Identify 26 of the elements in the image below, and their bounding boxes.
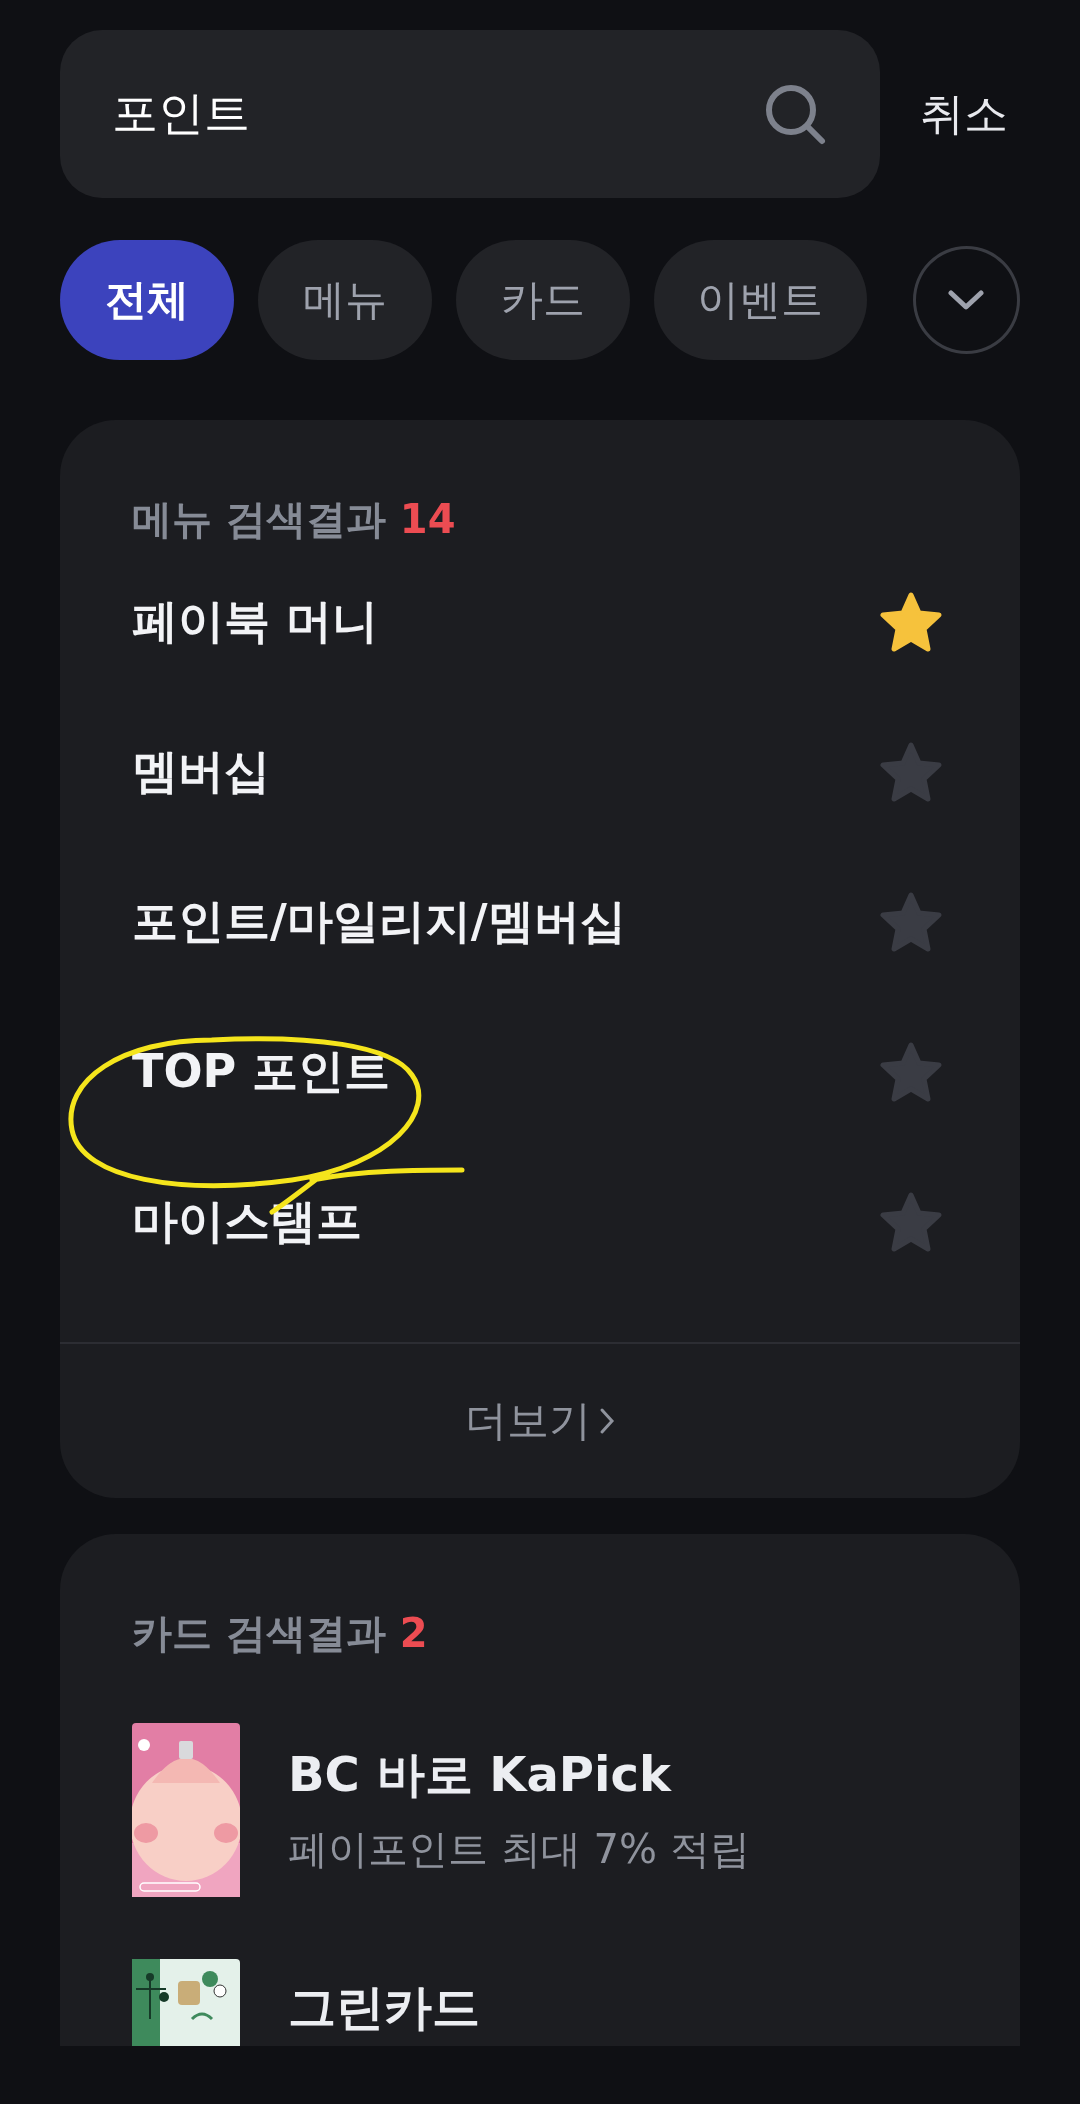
menu-result-link[interactable]: 페이북 머니 — [132, 591, 378, 653]
card-description: 페이포인트 최대 7% 적립 — [288, 1824, 750, 1874]
search-field[interactable]: 포인트 — [60, 30, 880, 198]
star-icon[interactable] — [880, 892, 942, 952]
cancel-button[interactable]: 취소 — [920, 84, 1008, 144]
expand-button[interactable] — [912, 246, 1020, 354]
menu-result-link[interactable]: TOP 포인트 — [132, 1041, 391, 1103]
filter-tab[interactable]: 메뉴 — [258, 240, 432, 360]
menu-result-link[interactable]: 멤버십 — [132, 741, 270, 803]
card-name: 그린카드 — [288, 1978, 480, 2037]
section-heading: 메뉴 검색결과 14 — [132, 495, 457, 544]
menu-result-link[interactable]: 포인트/마일리지/멤버십 — [132, 891, 626, 953]
more-button[interactable]: 더보기 — [465, 1393, 615, 1449]
card-name: BC 바로 KaPick — [288, 1744, 673, 1804]
section-heading: 카드 검색결과 2 — [132, 1609, 429, 1658]
star-icon[interactable] — [880, 1192, 942, 1252]
star-icon[interactable] — [880, 1042, 942, 1102]
filter-tab[interactable]: 이벤트 — [654, 240, 867, 360]
chevron-down-icon — [948, 290, 985, 310]
chevron-right-icon — [599, 1406, 615, 1436]
card-result-row[interactable]: 그린카드 — [60, 1959, 1020, 2046]
menu-result-link[interactable]: 마이스탬프 — [132, 1191, 362, 1253]
filter-tab[interactable]: 카드 — [456, 240, 630, 360]
filter-tab[interactable]: 전체 — [60, 240, 234, 360]
card-result-row[interactable]: BC 바로 KaPick 페이포인트 최대 7% 적립 — [60, 1723, 1020, 1897]
star-icon[interactable] — [880, 742, 942, 802]
